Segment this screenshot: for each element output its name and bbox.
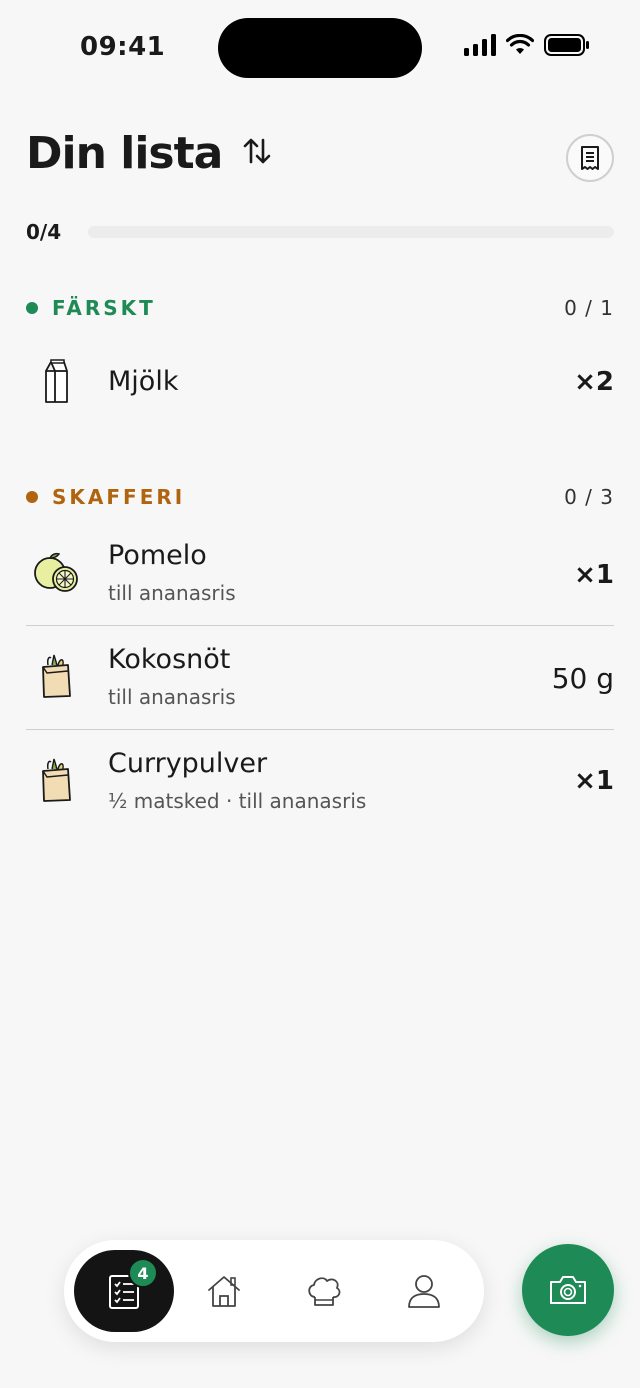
grocery-bag-icon — [30, 754, 82, 806]
section-dot — [26, 302, 38, 314]
camera-button[interactable] — [522, 1244, 614, 1336]
profile-icon — [408, 1275, 440, 1308]
sort-arrows-icon — [243, 138, 271, 164]
item-subtitle: till ananasris — [108, 685, 236, 709]
home-icon — [208, 1276, 240, 1307]
list-item[interactable]: Pomelo till ananasris ×1 — [26, 522, 614, 626]
sort-button[interactable] — [240, 134, 274, 168]
section-title: FÄRSKT — [52, 296, 156, 320]
section-count: 0 / 1 — [564, 296, 614, 320]
signal-icon — [464, 34, 496, 56]
item-name: Mjölk — [108, 366, 179, 397]
item-quantity: ×1 — [574, 766, 614, 796]
header: Din lista — [26, 120, 614, 190]
item-quantity: ×1 — [574, 560, 614, 590]
section-title: SKAFFERI — [52, 485, 186, 509]
section-header-pantry: SKAFFERI 0 / 3 — [26, 482, 614, 512]
wifi-icon — [506, 34, 534, 54]
list-item[interactable]: Mjölk ×2 — [26, 332, 614, 436]
item-subtitle: till ananasris — [108, 581, 236, 605]
receipt-button[interactable] — [566, 134, 614, 182]
nav-item-profile[interactable] — [386, 1250, 462, 1332]
milk-carton-icon — [30, 356, 82, 408]
status-bar: 09:41 — [0, 0, 640, 96]
progress-bar — [88, 226, 614, 238]
item-name: Kokosnöt — [108, 644, 231, 675]
camera-icon — [550, 1276, 586, 1304]
nav-badge: 4 — [128, 1258, 158, 1288]
grocery-bag-icon — [30, 650, 82, 702]
battery-icon — [544, 34, 589, 56]
item-name: Currypulver — [108, 748, 268, 779]
bottom-nav: 4 — [64, 1240, 484, 1342]
list-item[interactable]: Kokosnöt till ananasris 50 g — [26, 626, 614, 730]
status-time: 09:41 — [80, 32, 166, 62]
nav-item-list[interactable]: 4 — [74, 1250, 174, 1332]
section-header-fresh: FÄRSKT 0 / 1 — [26, 293, 614, 323]
progress-row: 0/4 — [26, 218, 614, 248]
item-quantity: ×2 — [574, 367, 614, 397]
item-subtitle: ½ matsked · till ananasris — [108, 789, 367, 813]
status-icons — [464, 34, 590, 56]
item-quantity: 50 g — [551, 662, 614, 695]
page-title: Din lista — [26, 128, 223, 179]
chef-hat-icon — [308, 1277, 341, 1306]
progress-count: 0/4 — [26, 220, 62, 244]
nav-item-home[interactable] — [186, 1250, 262, 1332]
item-name: Pomelo — [108, 540, 207, 571]
citrus-icon — [30, 546, 82, 598]
dynamic-island — [218, 18, 422, 78]
receipt-icon — [581, 146, 599, 170]
section-dot — [26, 491, 38, 503]
section-count: 0 / 3 — [564, 485, 614, 509]
list-item[interactable]: Currypulver ½ matsked · till ananasris ×… — [26, 730, 614, 834]
nav-item-recipes[interactable] — [286, 1250, 362, 1332]
